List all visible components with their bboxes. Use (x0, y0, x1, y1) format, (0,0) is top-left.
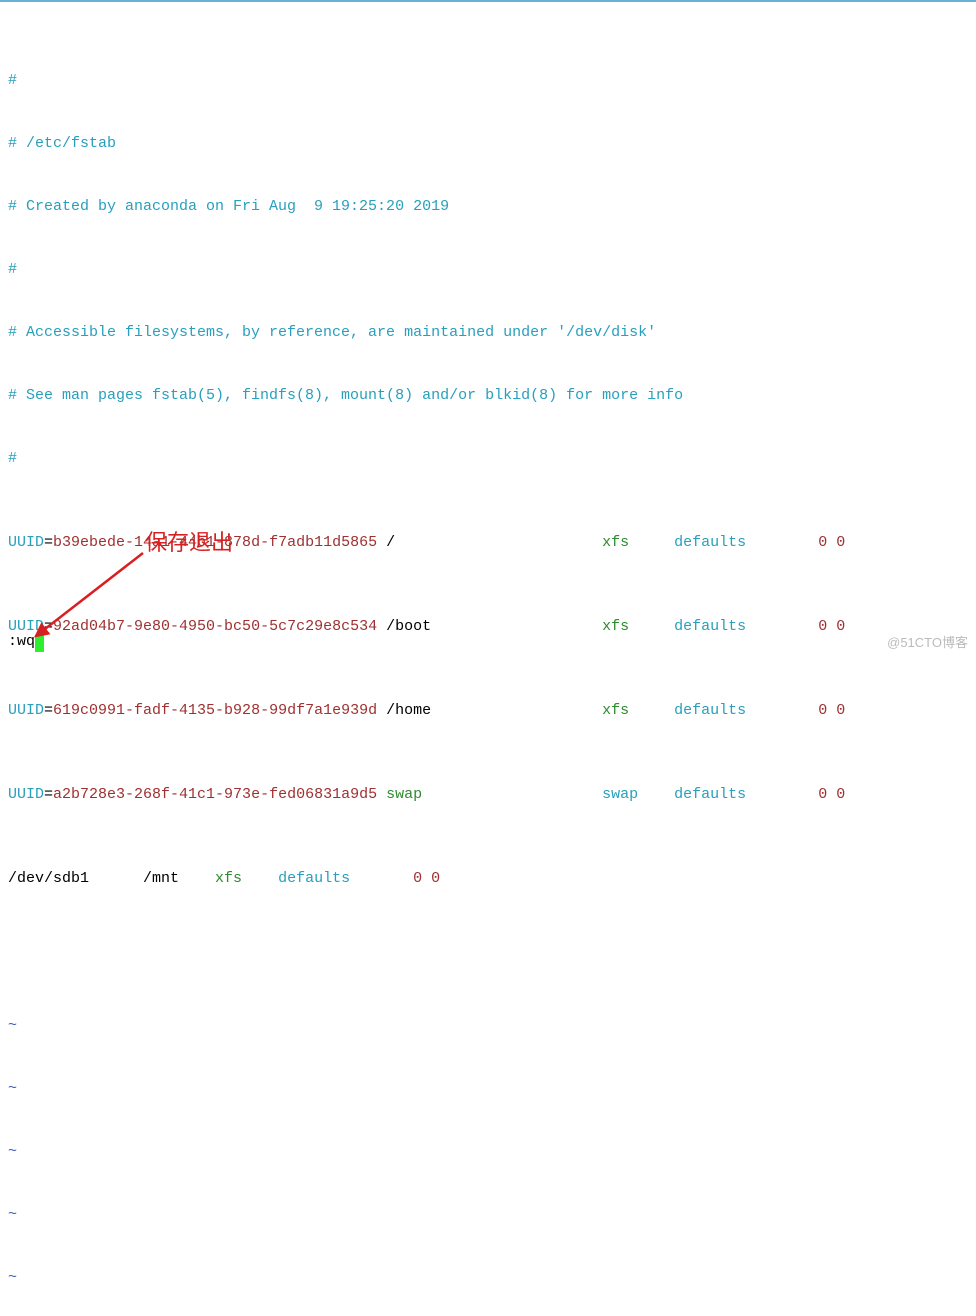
vim-tilde: ~ (8, 1143, 17, 1160)
device-path: /dev/sdb1 (8, 870, 143, 887)
dump-pass: 0 0 (818, 786, 845, 803)
uuid-value: 92ad04b7-9e80-4950-bc50-5c7c29e8c534 (53, 618, 377, 635)
uuid-value: 619c0991-fadf-4135-b928-99df7a1e939d (53, 702, 377, 719)
fs-type: xfs (602, 618, 629, 635)
pad (422, 786, 602, 803)
fstab-entry-row: UUID=92ad04b7-9e80-4950-bc50-5c7c29e8c53… (8, 616, 968, 637)
dump-pass: 0 0 (413, 870, 440, 887)
fstab-entry-row: UUID=619c0991-fadf-4135-b928-99df7a1e939… (8, 700, 968, 721)
mount-point: /boot (377, 618, 602, 635)
fstab-comment: # (8, 261, 17, 278)
dump-pass: 0 0 (818, 534, 845, 551)
mount-options: defaults (629, 702, 818, 719)
fstab-comment: # /etc/fstab (8, 135, 116, 152)
fs-type: xfs (215, 870, 278, 887)
terminal-editor[interactable]: # # /etc/fstab # Created by anaconda on … (0, 0, 976, 1316)
fs-type: xfs (602, 702, 629, 719)
mount-options: defaults (278, 870, 413, 887)
annotation-label: 保存退出 (145, 528, 233, 559)
vim-tilde: ~ (8, 1206, 17, 1223)
dump-pass: 0 0 (818, 618, 845, 635)
swap-mount: swap (377, 786, 422, 803)
equals-sign: = (44, 786, 53, 803)
fs-type-swap: swap (602, 786, 638, 803)
fstab-comment: # See man pages fstab(5), findfs(8), mou… (8, 387, 683, 404)
fstab-comment: # (8, 72, 17, 89)
uuid-value: a2b728e3-268f-41c1-973e-fed06831a9d5 (53, 786, 377, 803)
dump-pass: 0 0 (818, 702, 845, 719)
vim-command-text: :wq (8, 633, 35, 650)
mount-point: /home (377, 702, 602, 719)
fstab-custom-row: /dev/sdb1 /mnt xfs defaults 0 0 (8, 868, 968, 889)
fstab-entry-row: UUID=a2b728e3-268f-41c1-973e-fed06831a9d… (8, 784, 968, 805)
fstab-comment: # Accessible filesystems, by reference, … (8, 324, 656, 341)
uuid-label: UUID (8, 786, 44, 803)
equals-sign: = (44, 702, 53, 719)
vim-tilde: ~ (8, 1269, 17, 1286)
mount-options: defaults (629, 618, 818, 635)
vim-command-line[interactable]: :wq (8, 631, 44, 652)
vim-tilde: ~ (8, 1080, 17, 1097)
uuid-label: UUID (8, 534, 44, 551)
vim-tilde: ~ (8, 1017, 17, 1034)
watermark-text: @51CTO博客 (887, 634, 968, 652)
mount-options: defaults (638, 786, 818, 803)
equals-sign: = (44, 534, 53, 551)
cursor-icon (35, 635, 44, 652)
mount-point: /mnt (143, 870, 215, 887)
equals-sign: = (44, 618, 53, 635)
fs-type: xfs (602, 534, 629, 551)
fstab-comment: # (8, 450, 17, 467)
fstab-comment: # Created by anaconda on Fri Aug 9 19:25… (8, 198, 449, 215)
mount-point: / (377, 534, 602, 551)
uuid-label: UUID (8, 702, 44, 719)
mount-options: defaults (629, 534, 818, 551)
